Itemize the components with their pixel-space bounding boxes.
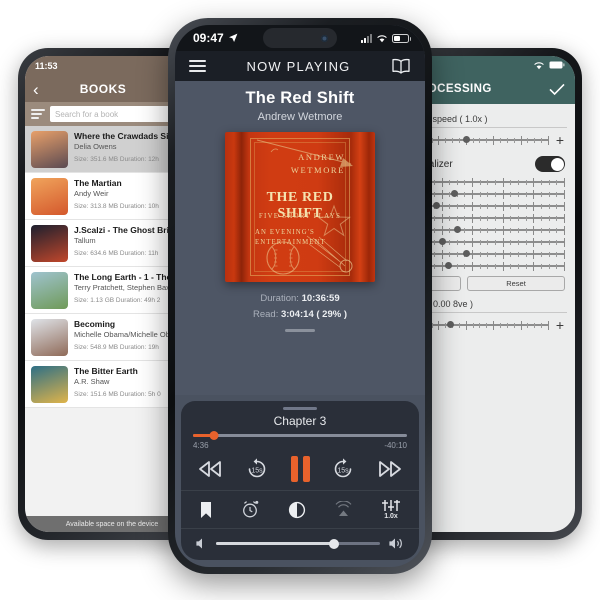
duration-info: Duration: 10:36:59 Read: 3:04:14 ( 29% )	[253, 291, 347, 322]
equalizer-toggle[interactable]	[535, 156, 565, 172]
sleep-timer-icon[interactable]	[241, 500, 260, 519]
forward-15s-icon[interactable]: 15s	[331, 457, 355, 481]
progress-thumb[interactable]	[209, 431, 219, 440]
book-thumbnail	[31, 178, 68, 215]
checkmark-icon[interactable]	[549, 83, 565, 96]
volume-fill	[216, 542, 335, 545]
center-status-time: 09:47	[193, 31, 238, 45]
eq-band-thumb[interactable]	[438, 238, 446, 245]
center-phone-screen: 09:47 NOW PLAYING The Red Shift Andrew W…	[175, 25, 425, 567]
svg-text:15s: 15s	[338, 467, 350, 474]
cover-subtitle-2: AN EVENING'S ENTERTAINMENT	[255, 229, 326, 247]
eq-band-track[interactable]	[411, 189, 565, 199]
cover-author-text: ANDREW WETMORE	[290, 152, 345, 176]
dark-mode-icon[interactable]	[288, 501, 306, 519]
player-panel: Chapter 3 4:36 -40:10 15s 15s 1.0x	[181, 401, 419, 560]
remaining-time: -40:10	[384, 441, 407, 450]
volume-high-icon	[388, 537, 405, 550]
progress-times: 4:36 -40:10	[193, 441, 407, 450]
eq-band-thumb[interactable]	[444, 262, 452, 269]
bookmark-icon[interactable]	[199, 501, 213, 519]
airplay-icon[interactable]	[334, 500, 353, 519]
volume-slider[interactable]	[216, 538, 380, 549]
center-status-icons	[361, 33, 411, 43]
book-thumbnail	[31, 366, 68, 403]
speed-value: 1.0x	[384, 513, 398, 520]
wifi-icon	[533, 61, 545, 70]
eq-band-thumb[interactable]	[432, 202, 440, 209]
eq-band-track[interactable]	[411, 177, 565, 187]
eq-band-track[interactable]	[411, 261, 565, 271]
cover-subtitle-1: FIVE SHORT PLAYS	[258, 212, 342, 220]
rewind-15s-icon[interactable]: 15s	[245, 457, 269, 481]
wifi-icon	[376, 34, 388, 43]
book-title: The Red Shift	[245, 89, 355, 107]
progress-slider[interactable]	[193, 431, 407, 440]
battery-icon	[392, 33, 411, 43]
svg-text:15s: 15s	[251, 467, 263, 474]
center-status-bar: 09:47	[175, 25, 425, 51]
tool-controls[interactable]: 1.0x	[181, 491, 419, 529]
pitch-plus-button[interactable]: +	[555, 318, 565, 332]
center-phone-mockup: 09:47 NOW PLAYING The Red Shift Andrew W…	[168, 18, 432, 574]
volume-control[interactable]	[181, 529, 419, 560]
book-thumbnail	[31, 319, 68, 356]
book-thumbnail	[31, 272, 68, 309]
eq-band-track[interactable]	[411, 201, 565, 211]
reset-button[interactable]: Reset	[467, 276, 565, 291]
eq-band-track[interactable]	[411, 225, 565, 235]
pause-icon[interactable]	[290, 456, 310, 482]
book-cover-art[interactable]: ANDREW WETMORE THE RED SHIFT FIVE SHORT …	[225, 132, 375, 282]
pitch-thumb[interactable]	[446, 321, 454, 328]
read-progress: Read: 3:04:14 ( 29% )	[252, 308, 347, 320]
transport-controls[interactable]: 15s 15s	[181, 450, 419, 491]
eq-band-track[interactable]	[411, 249, 565, 259]
elapsed-time: 4:36	[193, 441, 209, 450]
location-arrow-icon	[228, 33, 238, 43]
filter-sort-icon[interactable]	[31, 109, 45, 119]
sheet-grabber[interactable]	[285, 329, 315, 333]
open-book-icon[interactable]	[391, 58, 411, 75]
hamburger-menu-icon[interactable]	[189, 59, 206, 73]
eq-band-track[interactable]	[411, 237, 565, 247]
screenshot-stage: 11:53 ‹ BOOKS Search for a book Where th…	[0, 0, 600, 600]
dynamic-island	[263, 28, 337, 48]
next-track-icon[interactable]	[377, 459, 403, 479]
book-author: Andrew Wetmore	[257, 111, 343, 123]
now-playing-main: The Red Shift Andrew Wetmore ANDREW WETM…	[175, 81, 425, 395]
book-thumbnail	[31, 225, 68, 262]
center-nav-bar: NOW PLAYING	[175, 51, 425, 81]
now-playing-title: NOW PLAYING	[246, 58, 351, 74]
eq-band-thumb[interactable]	[451, 190, 459, 197]
signal-bars-icon	[361, 33, 372, 43]
battery-icon	[549, 61, 565, 69]
volume-low-icon	[195, 537, 208, 550]
total-duration: Duration: 10:36:59	[260, 293, 340, 304]
left-status-time: 11:53	[35, 61, 58, 71]
progress-section[interactable]: 4:36 -40:10	[181, 431, 419, 450]
playback-speed-icon[interactable]: 1.0x	[381, 499, 401, 520]
eq-band-track[interactable]	[411, 213, 565, 223]
previous-track-icon[interactable]	[197, 459, 223, 479]
book-thumbnail	[31, 131, 68, 168]
speed-plus-button[interactable]: +	[555, 133, 565, 147]
volume-thumb[interactable]	[329, 538, 340, 549]
player-grabber[interactable]	[283, 407, 317, 410]
